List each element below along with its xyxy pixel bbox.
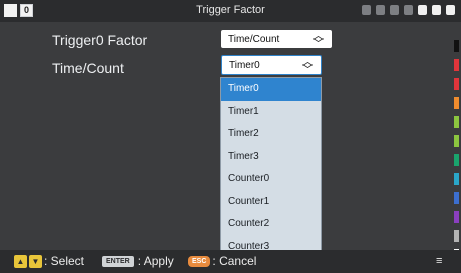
channel-color-strip [454, 40, 459, 268]
updown-chevron-icon: ︿ ﹀ [302, 56, 313, 76]
battery-icon [446, 5, 455, 15]
trigger0-factor-select[interactable]: Time/Count ︿ ﹀ [221, 30, 332, 50]
channel-color-swatch [454, 78, 459, 90]
option-timer3[interactable]: Timer3 [221, 146, 321, 169]
status-icons [362, 5, 455, 15]
tool-icon [418, 5, 427, 15]
channel-color-swatch [454, 211, 459, 223]
usb-icon [404, 5, 413, 15]
menu-icon[interactable]: ≡ [436, 256, 447, 267]
trigger0-factor-label: Trigger0 Factor [52, 32, 148, 48]
option-timer1[interactable]: Timer1 [221, 101, 321, 124]
cancel-hint: ESC : Cancel [188, 254, 256, 268]
channel-color-swatch [454, 192, 459, 204]
updown-chevron-icon: ︿ ﹀ [313, 30, 324, 50]
channel-color-swatch [454, 154, 459, 166]
time-count-select[interactable]: Timer0 ︿ ﹀ [221, 55, 322, 76]
option-timer2[interactable]: Timer2 [221, 123, 321, 146]
channel-color-swatch [454, 97, 459, 109]
channel-color-swatch [454, 230, 459, 242]
option-counter2[interactable]: Counter2 [221, 213, 321, 236]
select-hint: ▲ ▼ : Select [14, 254, 84, 268]
channel-color-swatch [454, 59, 459, 71]
select-hint-label: : Select [44, 254, 85, 268]
channel-color-swatch [454, 40, 459, 52]
time-count-value: Timer0 [229, 60, 260, 71]
channel-color-swatch [454, 116, 459, 128]
option-counter0[interactable]: Counter0 [221, 168, 321, 191]
channel-color-swatch [454, 135, 459, 147]
down-arrow-icon: ▼ [29, 254, 42, 268]
status-bar: 0 Trigger Factor [0, 0, 461, 22]
network-icon [390, 5, 399, 15]
enter-key-icon: ENTER [102, 255, 134, 267]
time-count-dropdown: Timer0 Timer1 Timer2 Timer3 Counter0 Cou… [220, 77, 322, 254]
up-arrow-icon: ▲ [14, 254, 27, 268]
apply-hint: ENTER : Apply [102, 254, 174, 268]
option-counter1[interactable]: Counter1 [221, 191, 321, 214]
time-count-label: Time/Count [52, 60, 124, 76]
sd-card-icon [432, 5, 441, 15]
option-timer0[interactable]: Timer0 [221, 78, 321, 101]
wifi-icon [376, 5, 385, 15]
esc-key-icon: ESC [188, 255, 211, 267]
channel-color-swatch [454, 173, 459, 185]
apply-hint-label: : Apply [137, 254, 174, 268]
printer-icon [362, 5, 371, 15]
cancel-hint-label: : Cancel [212, 254, 257, 268]
bottom-hint-bar: ▲ ▼ : Select ENTER : Apply ESC : Cancel … [0, 250, 461, 273]
trigger0-factor-value: Time/Count [228, 34, 280, 45]
